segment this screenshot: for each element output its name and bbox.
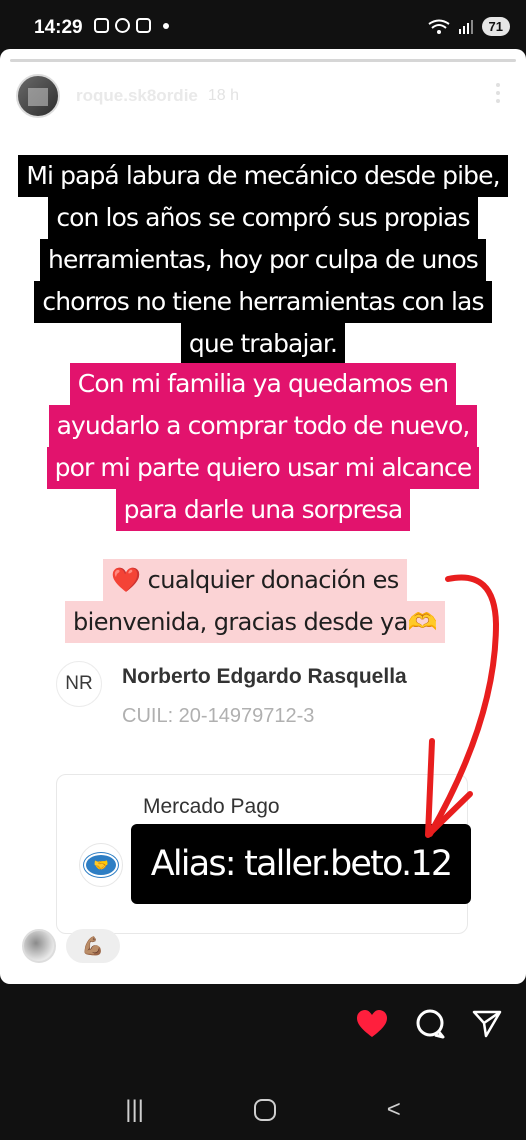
pink-text-block: Con mi familia ya quedamos en ayudarlo a… xyxy=(0,363,526,531)
text-line: chorros no tiene herramientas con las xyxy=(34,281,492,323)
status-time: 14:29 xyxy=(34,17,83,38)
back-button[interactable]: < xyxy=(387,1096,401,1124)
recipient-initials: NR xyxy=(56,661,102,707)
username[interactable]: roque.sk8ordie xyxy=(76,86,198,106)
text-line: que trabajar. xyxy=(180,323,346,365)
battery-indicator: 71 xyxy=(481,17,510,36)
text-line: ayudarlo a comprar todo de nuevo, xyxy=(48,405,478,447)
story-header: roque.sk8ordie 18 h xyxy=(16,73,239,119)
notification-icons xyxy=(94,18,169,33)
home-button[interactable] xyxy=(254,1099,277,1121)
wifi-icon xyxy=(427,19,450,34)
payment-provider: Mercado Pago xyxy=(143,795,280,818)
heart-icon[interactable] xyxy=(356,1009,388,1039)
reaction-bubble[interactable]: 💪🏽 xyxy=(66,929,120,963)
black-text-block: Mi papá labura de mecánico desde pibe, c… xyxy=(0,155,526,365)
menu-dots-icon[interactable] xyxy=(496,83,500,103)
signal-icon xyxy=(458,19,473,34)
text-line: Con mi familia ya quedamos en xyxy=(69,363,457,405)
share-icon[interactable] xyxy=(472,1009,502,1039)
story-actions xyxy=(356,1008,502,1040)
screenshot-icon xyxy=(94,18,109,33)
text-line: herramientas, hoy por culpa de unos xyxy=(40,239,486,281)
recent-apps-button[interactable]: ||| xyxy=(125,1096,144,1124)
replier-avatar[interactable] xyxy=(22,929,56,963)
red-arrow-drawing xyxy=(425,574,500,838)
story-card[interactable]: roque.sk8ordie 18 h Mi papá labura de me… xyxy=(0,49,526,984)
status-bar: 14:29 71 xyxy=(0,0,526,50)
text-line: bienvenida, gracias desde ya🫶 xyxy=(65,601,445,643)
avatar[interactable] xyxy=(16,74,60,118)
whatsapp-icon xyxy=(115,18,130,33)
recipient-name: Norberto Edgardo Rasquella xyxy=(122,665,407,688)
text-line: por mi parte quiero usar mi alcance xyxy=(46,447,480,489)
recipient-cuil: CUIL: 20-14979712-3 xyxy=(122,705,315,727)
reply-row: 💪🏽 xyxy=(22,926,120,966)
comment-icon[interactable] xyxy=(414,1008,446,1040)
text-line: Mi papá labura de mecánico desde pibe, xyxy=(18,155,508,197)
story-progress-bar xyxy=(10,59,516,62)
screen: 14:29 71 roque.sk8ordie 18 h Mi papá lab… xyxy=(0,0,526,1140)
text-line: para darle una sorpresa xyxy=(115,489,411,531)
instagram-icon xyxy=(136,18,151,33)
post-time: 18 h xyxy=(207,87,240,104)
text-line: ❤️ cualquier donación es xyxy=(103,559,407,601)
mercado-pago-logo-icon: 🤝 xyxy=(79,843,123,887)
system-status: 71 xyxy=(427,17,510,36)
system-nav-bar: ||| < xyxy=(0,1080,526,1140)
text-line: con los años se compró sus propias xyxy=(48,197,478,239)
more-notifications-icon xyxy=(163,22,169,29)
